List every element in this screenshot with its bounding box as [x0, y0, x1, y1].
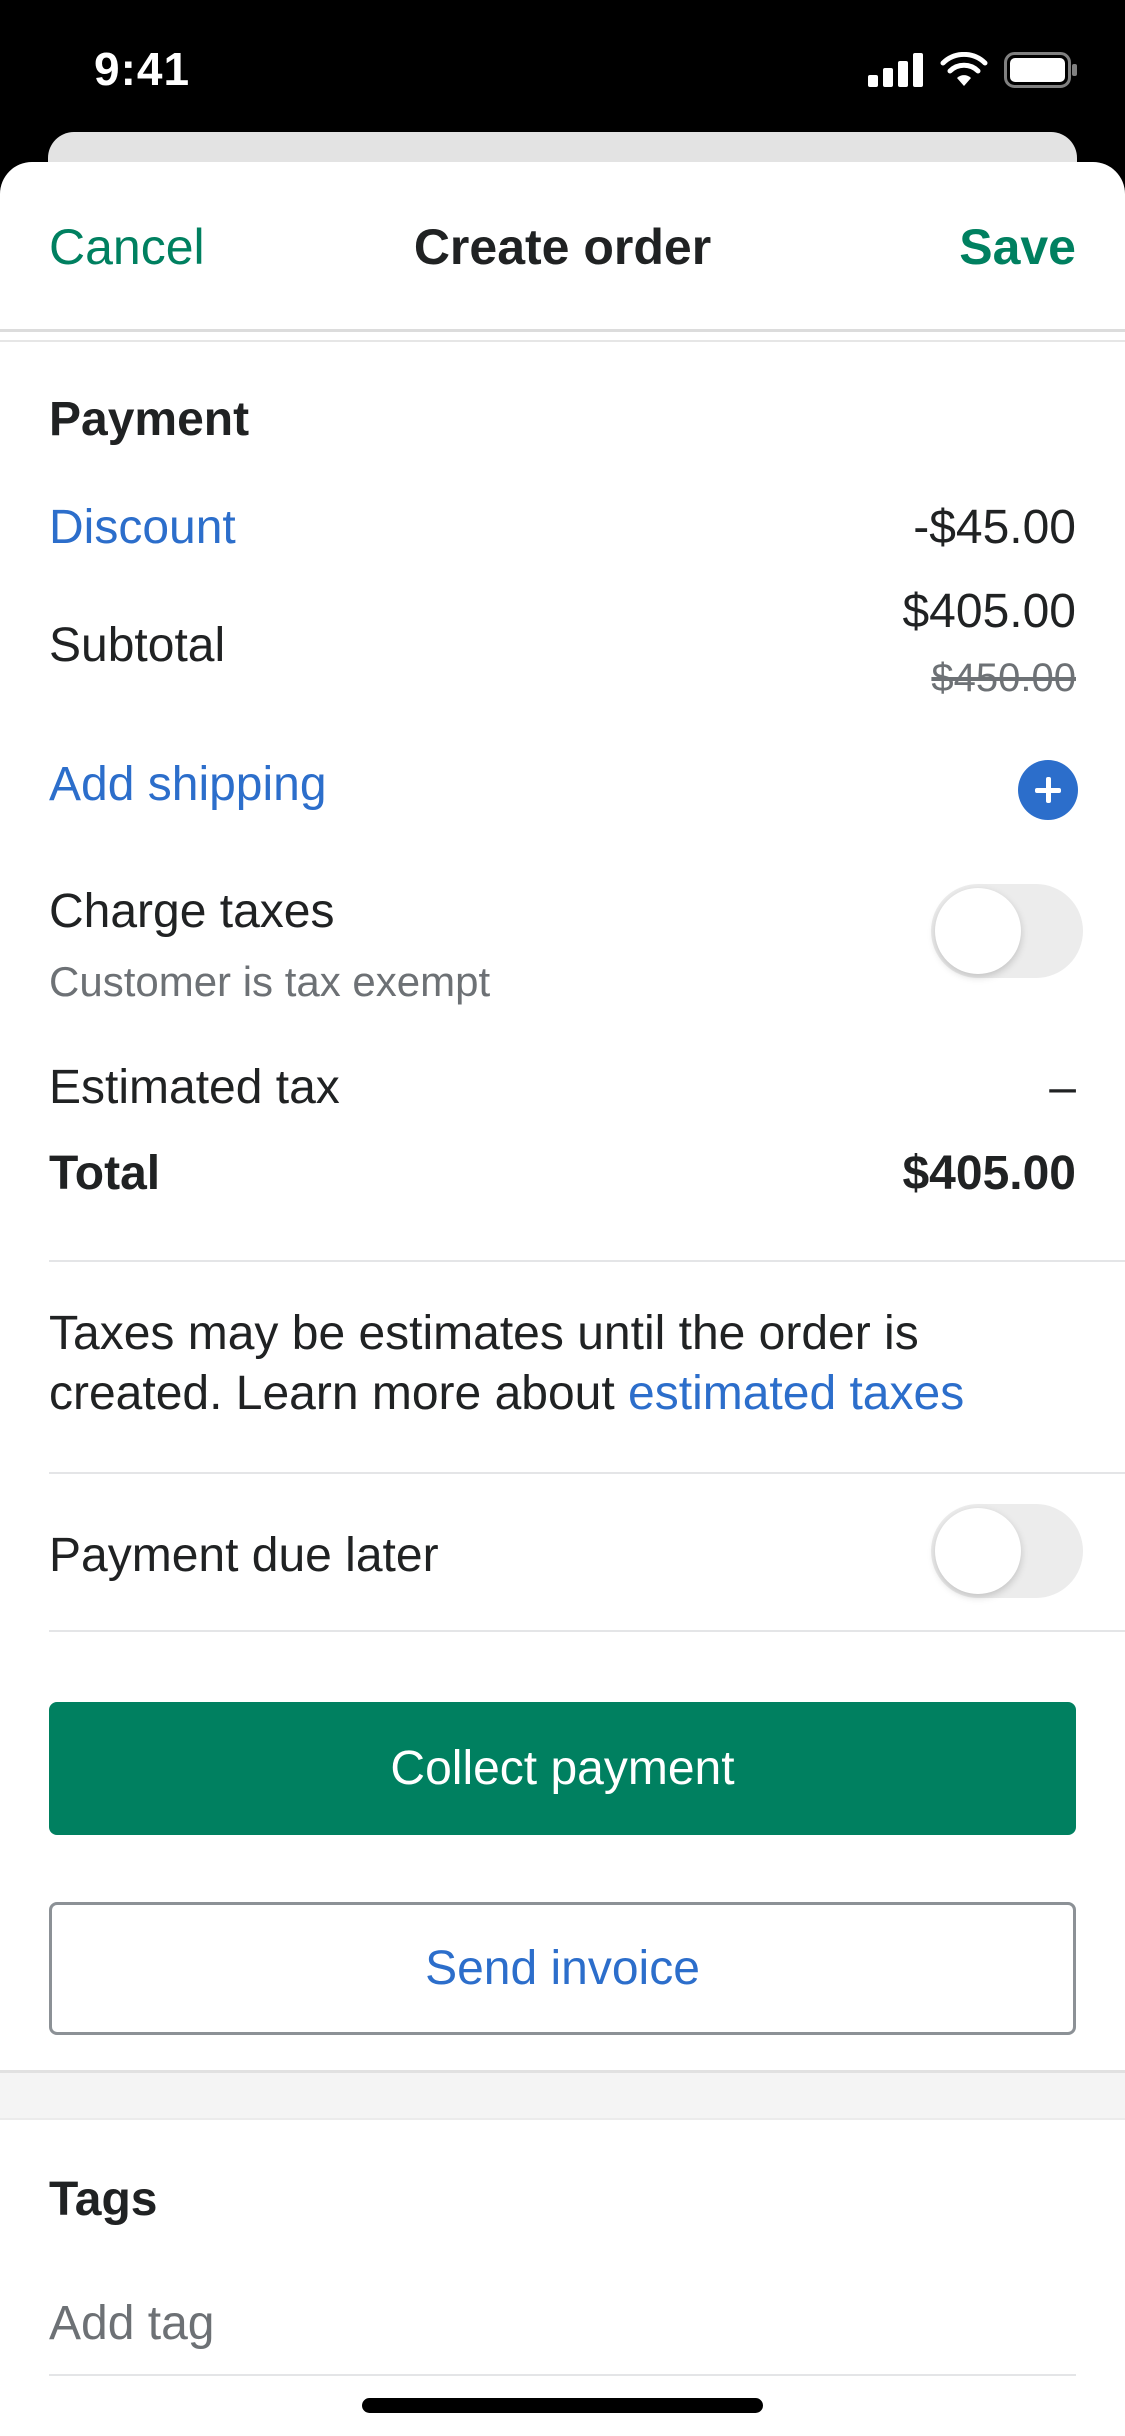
add-shipping-link[interactable]: Add shipping — [49, 757, 327, 812]
toggle-knob — [935, 888, 1021, 974]
charge-taxes-subtext: Customer is tax exempt — [49, 958, 491, 1005]
total-label: Total — [49, 1147, 161, 1200]
discount-value: -$45.00 — [913, 501, 1076, 554]
estimated-tax-value: – — [1049, 1061, 1076, 1114]
wifi-icon — [940, 52, 988, 86]
divider — [49, 1260, 1125, 1262]
add-shipping-plus-icon[interactable] — [1018, 760, 1078, 820]
status-time: 9:41 — [94, 43, 191, 95]
estimated-tax-label: Estimated tax — [49, 1061, 340, 1114]
create-order-sheet: Cancel Create order Save Payment Discoun… — [0, 162, 1125, 2436]
estimated-taxes-link[interactable]: estimated taxes — [628, 1367, 964, 1420]
home-indicator — [362, 2398, 763, 2413]
page-title: Create order — [413, 219, 712, 275]
subtotal-label: Subtotal — [49, 619, 226, 672]
nav-separator — [0, 332, 1125, 342]
payment-section-title: Payment — [49, 393, 250, 446]
tax-info-text: Taxes may be estimates until the order i… — [49, 1304, 1076, 1424]
status-bar: 9:41 — [0, 0, 1125, 140]
add-tag-input[interactable]: Add tag — [49, 2296, 1076, 2376]
subtotal-value: $405.00 — [902, 585, 1076, 638]
battery-icon — [1004, 52, 1077, 88]
discount-link[interactable]: Discount — [49, 500, 236, 555]
status-icons — [868, 52, 1078, 88]
collect-payment-button[interactable]: Collect payment — [49, 1702, 1076, 1835]
subtotal-original-value: $450.00 — [931, 656, 1076, 700]
cellular-signal-icon — [868, 53, 923, 87]
charge-taxes-label: Charge taxes — [49, 885, 335, 938]
screen: 9:41 Cancel Create order Save Payment Di… — [0, 0, 1125, 2436]
payment-due-later-label: Payment due later — [49, 1529, 439, 1582]
save-button[interactable]: Save — [959, 218, 1076, 276]
tags-section-title: Tags — [49, 2173, 158, 2226]
divider — [49, 1472, 1125, 1474]
total-value: $405.00 — [902, 1147, 1076, 1200]
send-invoice-button[interactable]: Send invoice — [49, 1902, 1076, 2035]
divider — [49, 1630, 1125, 1632]
section-separator — [0, 2070, 1125, 2120]
toggle-knob — [935, 1508, 1021, 1594]
nav-bar: Cancel Create order Save — [0, 162, 1125, 332]
payment-due-later-toggle[interactable] — [931, 1504, 1083, 1598]
charge-taxes-toggle[interactable] — [931, 884, 1083, 978]
